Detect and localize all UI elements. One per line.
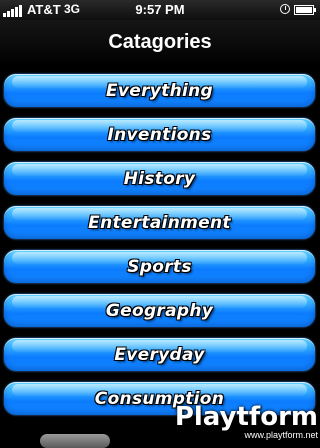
category-label: Everyday (114, 345, 204, 365)
category-list: Everything Inventions History Entertainm… (0, 66, 320, 442)
category-label: Sports (127, 257, 192, 277)
page-title: Catagories (0, 31, 320, 54)
status-bar: AT&T 3G 9:57 PM (0, 0, 320, 20)
category-button-history[interactable]: History (4, 162, 315, 195)
category-label: Entertainment (88, 213, 231, 233)
category-label: Everything (106, 81, 213, 101)
watermark: Playtform www.playtform.net (175, 404, 318, 440)
navigation-bar: Catagories (0, 20, 320, 66)
category-button-everyday[interactable]: Everyday (4, 338, 315, 371)
watermark-logo: Playtform (175, 404, 318, 430)
clock-icon (280, 4, 290, 14)
category-label: Geography (106, 301, 213, 321)
category-button-geography[interactable]: Geography (4, 294, 315, 327)
category-label: Inventions (108, 125, 212, 145)
partial-bottom-button[interactable] (40, 434, 110, 448)
battery-icon (294, 5, 314, 15)
category-button-entertainment[interactable]: Entertainment (4, 206, 315, 239)
category-button-inventions[interactable]: Inventions (4, 118, 315, 151)
category-label: History (124, 169, 196, 189)
status-time: 9:57 PM (0, 2, 320, 17)
category-button-everything[interactable]: Everything (4, 74, 315, 107)
category-button-sports[interactable]: Sports (4, 250, 315, 283)
